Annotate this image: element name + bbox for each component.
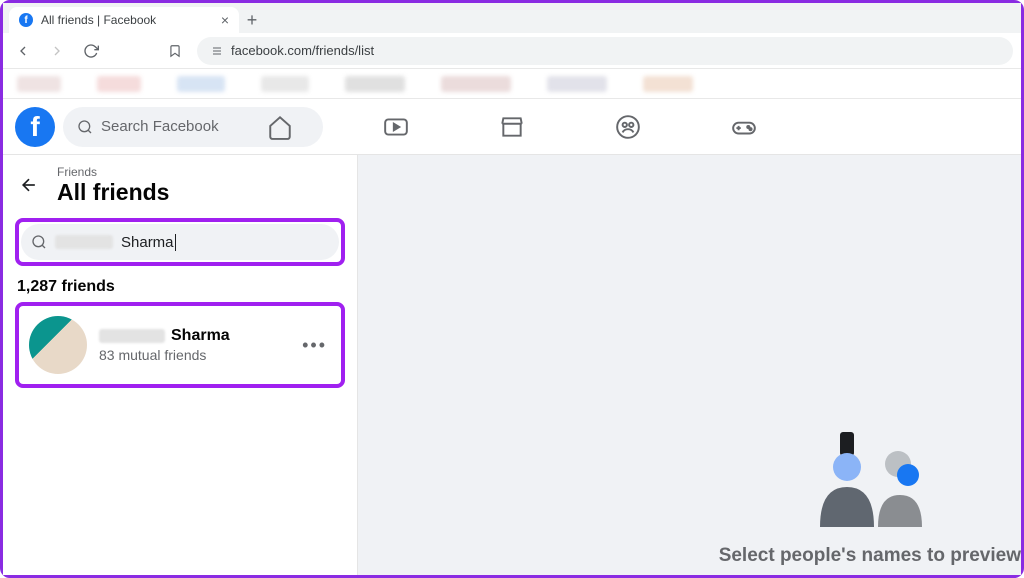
people-placeholder-icon [800,427,940,537]
friend-count: 1,287 friends [17,278,345,296]
back-arrow-icon[interactable] [15,171,43,199]
facebook-favicon [19,13,33,27]
groups-icon[interactable] [615,114,641,140]
video-icon[interactable] [383,114,409,140]
facebook-top-nav [267,114,757,140]
redacted-text [55,235,113,249]
bookmark-item[interactable] [97,76,141,92]
bookmarks-bar [3,69,1021,99]
gaming-icon[interactable] [731,114,757,140]
browser-tab-bar: All friends | Facebook × + [3,3,1021,33]
friend-list-item[interactable]: Sharma 83 mutual friends ••• [21,308,339,382]
facebook-header: f Search Facebook [3,99,1021,155]
bookmark-item[interactable] [547,76,607,92]
search-icon [77,119,93,135]
bookmark-icon[interactable] [163,39,187,63]
search-icon [31,234,47,250]
main-panel: Select people's names to preview [358,155,1021,575]
highlight-search: Sharma [15,218,345,266]
home-icon[interactable] [267,114,293,140]
placeholder-text: Select people's names to preview [719,545,1021,567]
url-text: facebook.com/friends/list [231,43,374,58]
empty-state: Select people's names to preview [719,427,1021,575]
forward-button[interactable] [45,39,69,63]
url-input[interactable]: facebook.com/friends/list [197,37,1013,65]
highlight-result: Sharma 83 mutual friends ••• [15,302,345,388]
marketplace-icon[interactable] [499,114,525,140]
more-options-icon[interactable]: ••• [298,335,331,356]
breadcrumb[interactable]: Friends [57,165,169,179]
back-button[interactable] [11,39,35,63]
bookmark-item[interactable] [261,76,309,92]
browser-address-bar: facebook.com/friends/list [3,33,1021,69]
page-title: All friends [57,179,169,206]
close-tab-icon[interactable]: × [221,12,229,28]
search-value: Sharma [121,234,176,251]
bookmark-item[interactable] [441,76,511,92]
avatar [29,316,87,374]
search-placeholder: Search Facebook [101,118,219,135]
browser-tab[interactable]: All friends | Facebook × [9,7,239,33]
redacted-text [99,329,165,343]
reload-button[interactable] [79,39,103,63]
friend-search-input[interactable]: Sharma [21,224,339,260]
bookmark-item[interactable] [345,76,405,92]
friend-name: Sharma [99,327,286,345]
friends-sidebar: Friends All friends Sharma 1,287 friends… [3,155,358,575]
tab-title: All friends | Facebook [41,13,156,27]
bookmark-item[interactable] [643,76,693,92]
site-settings-icon [211,45,223,57]
facebook-logo[interactable]: f [15,107,55,147]
bookmark-item[interactable] [177,76,225,92]
bookmark-item[interactable] [17,76,61,92]
friend-subtext: 83 mutual friends [99,347,286,363]
content-area: Friends All friends Sharma 1,287 friends… [3,155,1021,575]
new-tab-button[interactable]: + [239,7,265,33]
